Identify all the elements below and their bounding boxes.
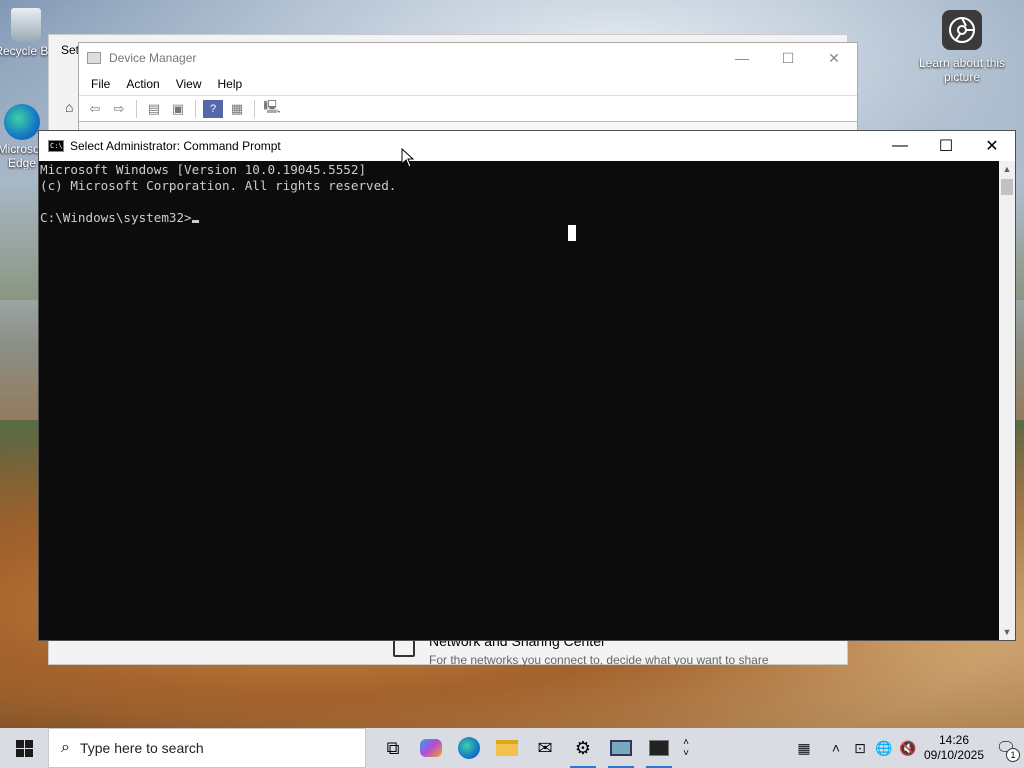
toolbar-separator (195, 99, 196, 118)
device-manager-toolbar: ⇦ ⇨ ▤ ▣ ? ▦ 🖳 (79, 95, 857, 121)
scroll-up-icon[interactable]: ▲ (999, 161, 1015, 177)
home-icon[interactable]: ⌂ (65, 99, 73, 115)
show-hidden-icons-icon[interactable]: ˄ (824, 728, 848, 768)
edge-icon[interactable] (450, 728, 488, 768)
console-line: Microsoft Windows [Version 10.0.19045.55… (40, 162, 367, 177)
cmd-icon: C:\ (48, 140, 64, 152)
minimize-button[interactable]: — (719, 43, 765, 73)
vertical-scrollbar[interactable]: ▲ ▼ (999, 161, 1015, 640)
properties-icon[interactable]: ▤ (144, 100, 164, 118)
clock[interactable]: 14:26 09/10/2025 (920, 733, 988, 763)
mouse-pointer-icon (401, 148, 415, 168)
copilot-icon[interactable] (412, 728, 450, 768)
settings-icon[interactable]: ⚙ (564, 728, 602, 768)
back-icon[interactable]: ⇦ (85, 100, 105, 118)
clock-time: 14:26 (938, 733, 970, 747)
console-line: (c) Microsoft Corporation. All rights re… (40, 178, 397, 193)
cmd-titlebar[interactable]: C:\ Select Administrator: Command Prompt… (39, 131, 1015, 161)
taskbar: ⌕ Type here to search ⧉ ✉ ⚙ ˄ ˅ ▦ ˄ ⊡ 🌐 🔇… (0, 728, 1024, 768)
learn-about-label: Learn about this picture (918, 56, 1006, 84)
monitor-icon[interactable]: 🖳 (262, 99, 282, 118)
toolbar-separator (254, 99, 255, 118)
device-manager-menubar: File Action View Help (79, 73, 857, 95)
console-prompt: C:\Windows\system32> (40, 210, 192, 225)
recycle-bin-icon (11, 8, 41, 42)
device-manager-window[interactable]: Device Manager — ☐ ✕ File Action View He… (78, 42, 858, 143)
maximize-button[interactable]: ☐ (765, 43, 811, 73)
search-icon: ⌕ (61, 739, 70, 756)
notification-count-badge: 1 (1006, 748, 1020, 762)
system-tray: ▦ ˄ ⊡ 🌐 🔇 14:26 09/10/2025 🗨 1 (784, 728, 1024, 768)
menu-view[interactable]: View (168, 77, 210, 91)
selection-block-cursor (568, 225, 576, 241)
command-prompt-window[interactable]: C:\ Select Administrator: Command Prompt… (38, 130, 1016, 641)
windows-logo-icon (15, 739, 33, 757)
close-button[interactable]: ✕ (969, 131, 1015, 161)
camera-icon (942, 10, 982, 50)
tray-overflow-scroll-icon[interactable]: ˄ ˅ (678, 728, 694, 768)
toolbar-separator (136, 99, 137, 118)
help-icon[interactable]: ? (203, 99, 223, 118)
task-view-icon[interactable]: ⧉ (374, 728, 412, 768)
menu-action[interactable]: Action (118, 77, 167, 91)
start-button[interactable] (0, 728, 48, 768)
cmd-icon[interactable] (640, 728, 678, 768)
device-manager-icon[interactable] (602, 728, 640, 768)
search-placeholder: Type here to search (79, 740, 204, 756)
network-sharing-description: For the networks you connect to, decide … (429, 653, 769, 667)
device-manager-title: Device Manager (109, 51, 197, 65)
tree-icon[interactable]: ▣ (168, 100, 188, 118)
minimize-button[interactable]: — (877, 131, 923, 161)
close-button[interactable]: ✕ (811, 43, 857, 73)
forward-icon[interactable]: ⇨ (109, 100, 129, 118)
mail-icon[interactable]: ✉ (526, 728, 564, 768)
menu-file[interactable]: File (83, 77, 118, 91)
taskbar-search[interactable]: ⌕ Type here to search (48, 728, 366, 768)
learn-about-picture[interactable]: Learn about this picture (912, 10, 1012, 84)
device-manager-icon (87, 52, 101, 64)
scroll-down-icon[interactable]: ▼ (999, 624, 1015, 640)
text-cursor (191, 220, 199, 223)
notification-center-button[interactable]: 🗨 1 (988, 728, 1024, 768)
console-prompt-line: C:\Windows\system32> (40, 210, 999, 226)
cmd-console[interactable]: Microsoft Windows [Version 10.0.19045.55… (39, 161, 999, 640)
meet-now-icon[interactable]: ⊡ (848, 728, 872, 768)
edge-icon (4, 104, 40, 140)
maximize-button[interactable]: ☐ (923, 131, 969, 161)
clock-date: 09/10/2025 (923, 748, 985, 762)
view-icon[interactable]: ▦ (227, 100, 247, 118)
news-widget-icon[interactable]: ▦ (784, 728, 824, 768)
volume-muted-icon[interactable]: 🔇 (896, 728, 920, 768)
scrollbar-thumb[interactable] (1001, 179, 1013, 195)
menu-help[interactable]: Help (210, 77, 251, 91)
cmd-window-title: Select Administrator: Command Prompt (70, 139, 281, 153)
network-icon[interactable]: 🌐 (872, 728, 896, 768)
file-explorer-icon[interactable] (488, 728, 526, 768)
